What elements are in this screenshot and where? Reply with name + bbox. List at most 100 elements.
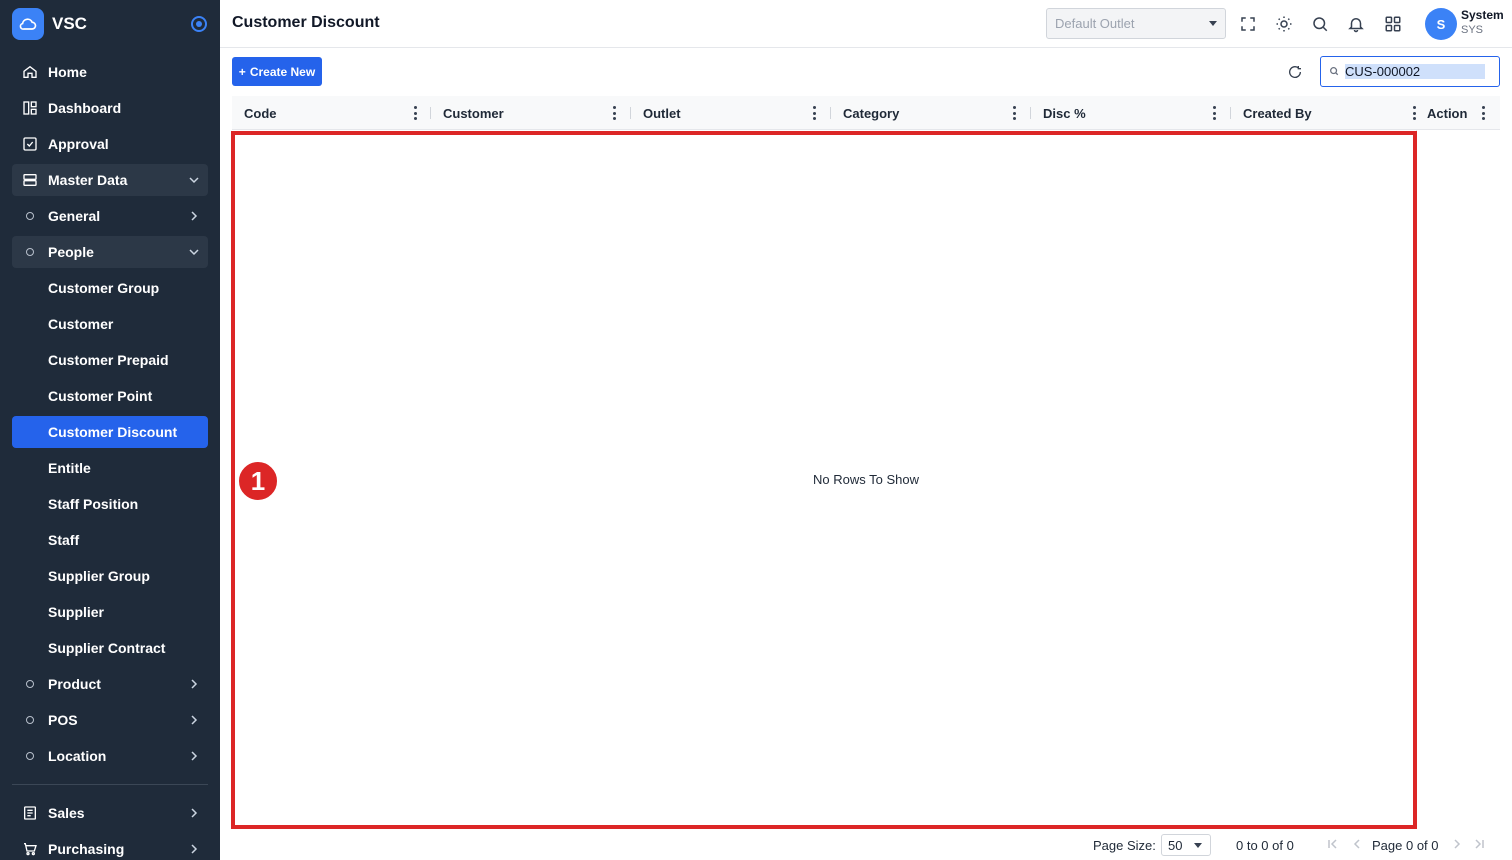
column-label: Category bbox=[843, 105, 900, 121]
sidebar-item-purchasing[interactable]: Purchasing bbox=[12, 833, 208, 860]
brand-name: VSC bbox=[52, 14, 87, 33]
kebab-menu-icon bbox=[408, 106, 422, 120]
grid-search-input[interactable] bbox=[1345, 64, 1485, 79]
grid-search-box[interactable] bbox=[1320, 56, 1500, 87]
search-icon bbox=[1329, 63, 1339, 81]
sidebar-item-label: Purchasing bbox=[48, 841, 125, 857]
sidebar-item-supplier-group[interactable]: Supplier Group bbox=[12, 560, 208, 592]
create-new-label: Create New bbox=[249, 64, 316, 79]
sidebar-item-dashboard[interactable]: Dashboard bbox=[12, 92, 208, 124]
no-rows-message: No Rows To Show bbox=[813, 471, 919, 487]
chevron-right-icon bbox=[180, 210, 208, 222]
column-label: Disc % bbox=[1043, 105, 1086, 121]
sidebar-item-supplier[interactable]: Supplier bbox=[12, 596, 208, 628]
circle-bullet-icon bbox=[26, 752, 34, 760]
grid-body: No Rows To Show bbox=[232, 130, 1416, 828]
sidebar-item-customer[interactable]: Customer bbox=[12, 308, 208, 340]
sidebar: VSC Home Dashboard Approval Master Data … bbox=[0, 0, 220, 860]
top-bar: Customer Discount Default Outlet S Syste… bbox=[220, 0, 1512, 48]
receipt-icon bbox=[12, 805, 48, 821]
sidebar-item-label: Master Data bbox=[48, 172, 128, 188]
chevron-right-icon bbox=[180, 678, 208, 690]
checkbox-icon bbox=[12, 136, 48, 152]
column-header-category[interactable]: Category bbox=[843, 96, 899, 130]
sidebar-item-label: Customer Point bbox=[48, 388, 153, 404]
sidebar-item-label: Supplier Contract bbox=[48, 640, 166, 656]
sidebar-item-staff[interactable]: Staff bbox=[12, 524, 208, 556]
chevron-right-icon bbox=[180, 843, 208, 855]
sidebar-item-entitle[interactable]: Entitle bbox=[12, 452, 208, 484]
sidebar-item-customer-discount[interactable]: Customer Discount bbox=[12, 416, 208, 448]
page-size-select[interactable]: 50 bbox=[1161, 834, 1211, 856]
row-range-summary: 0 to 0 of 0 bbox=[1236, 838, 1294, 853]
sidebar-item-general[interactable]: General bbox=[12, 200, 208, 232]
column-header-disc-percent[interactable]: Disc % bbox=[1043, 96, 1086, 130]
apps-grid-icon[interactable] bbox=[1381, 12, 1405, 36]
first-page-icon[interactable] bbox=[1326, 837, 1340, 851]
sidebar-item-master-data[interactable]: Master Data bbox=[12, 164, 208, 196]
sidebar-item-sales[interactable]: Sales bbox=[12, 797, 208, 829]
chevron-right-icon bbox=[180, 714, 208, 726]
page-title: Customer Discount bbox=[232, 14, 380, 31]
page-indicator: Page 0 of 0 bbox=[1372, 838, 1439, 853]
column-header-code[interactable]: Code bbox=[244, 96, 277, 130]
column-label: Action bbox=[1427, 105, 1468, 121]
sidebar-item-label: Customer bbox=[48, 316, 114, 332]
dashboard-icon bbox=[12, 100, 48, 116]
refresh-icon[interactable] bbox=[1285, 62, 1305, 82]
cart-icon bbox=[12, 841, 48, 857]
sidebar-item-people[interactable]: People bbox=[12, 236, 208, 268]
sidebar-item-label: People bbox=[48, 244, 94, 260]
theme-sun-icon[interactable] bbox=[1272, 12, 1296, 36]
sidebar-item-customer-prepaid[interactable]: Customer Prepaid bbox=[12, 344, 208, 376]
outlet-select[interactable]: Default Outlet bbox=[1046, 8, 1226, 39]
sidebar-item-supplier-contract[interactable]: Supplier Contract bbox=[12, 632, 208, 664]
sidebar-item-label: Staff Position bbox=[48, 496, 139, 512]
sidebar-item-home[interactable]: Home bbox=[12, 56, 208, 88]
sidebar-item-label: Customer Discount bbox=[48, 424, 178, 440]
sidebar-item-label: Customer Prepaid bbox=[48, 352, 169, 368]
kebab-menu-icon bbox=[1476, 106, 1490, 120]
last-page-icon[interactable] bbox=[1472, 837, 1486, 851]
kebab-menu-icon bbox=[1007, 106, 1021, 120]
outlet-select-placeholder: Default Outlet bbox=[1055, 16, 1135, 31]
avatar[interactable]: S bbox=[1425, 8, 1457, 40]
page-size-value: 50 bbox=[1168, 837, 1183, 853]
column-label: Code bbox=[244, 105, 277, 121]
column-header-outlet[interactable]: Outlet bbox=[643, 96, 681, 130]
sidebar-item-pos[interactable]: POS bbox=[12, 704, 208, 736]
sidebar-item-label: General bbox=[48, 208, 101, 224]
previous-page-icon[interactable] bbox=[1350, 837, 1364, 851]
sidebar-item-label: Product bbox=[48, 676, 101, 692]
plus-icon: + bbox=[238, 64, 246, 79]
page-size-label: Page Size: bbox=[1093, 838, 1156, 853]
sidebar-item-staff-position[interactable]: Staff Position bbox=[12, 488, 208, 520]
bell-icon[interactable] bbox=[1344, 12, 1368, 36]
next-page-icon[interactable] bbox=[1450, 837, 1464, 851]
brand: VSC bbox=[0, 0, 220, 48]
column-header-action[interactable]: Action bbox=[1427, 96, 1467, 130]
sidebar-divider bbox=[12, 784, 208, 785]
sidebar-item-label: Sales bbox=[48, 805, 85, 821]
action-column-divider bbox=[1416, 130, 1417, 828]
chevron-down-icon bbox=[180, 174, 208, 186]
sidebar-item-label: Staff bbox=[48, 532, 80, 548]
server-icon bbox=[12, 172, 48, 188]
create-new-button[interactable]: + Create New bbox=[232, 57, 322, 86]
column-header-created-by[interactable]: Created By bbox=[1243, 96, 1312, 130]
sidebar-collapse-toggle[interactable] bbox=[191, 16, 207, 32]
sidebar-item-location[interactable]: Location bbox=[12, 740, 208, 772]
sidebar-item-customer-point[interactable]: Customer Point bbox=[12, 380, 208, 412]
sidebar-item-customer-group[interactable]: Customer Group bbox=[12, 272, 208, 304]
sidebar-item-label: Supplier bbox=[48, 604, 105, 620]
sidebar-item-approval[interactable]: Approval bbox=[12, 128, 208, 160]
caret-down-icon bbox=[1194, 843, 1202, 848]
kebab-menu-icon bbox=[607, 106, 621, 120]
circle-bullet-icon bbox=[26, 680, 34, 688]
sidebar-item-product[interactable]: Product bbox=[12, 668, 208, 700]
column-header-customer[interactable]: Customer bbox=[443, 96, 504, 130]
sidebar-item-label: Home bbox=[48, 64, 87, 80]
circle-bullet-icon bbox=[26, 248, 34, 256]
search-icon[interactable] bbox=[1308, 12, 1332, 36]
fullscreen-icon[interactable] bbox=[1236, 12, 1260, 36]
